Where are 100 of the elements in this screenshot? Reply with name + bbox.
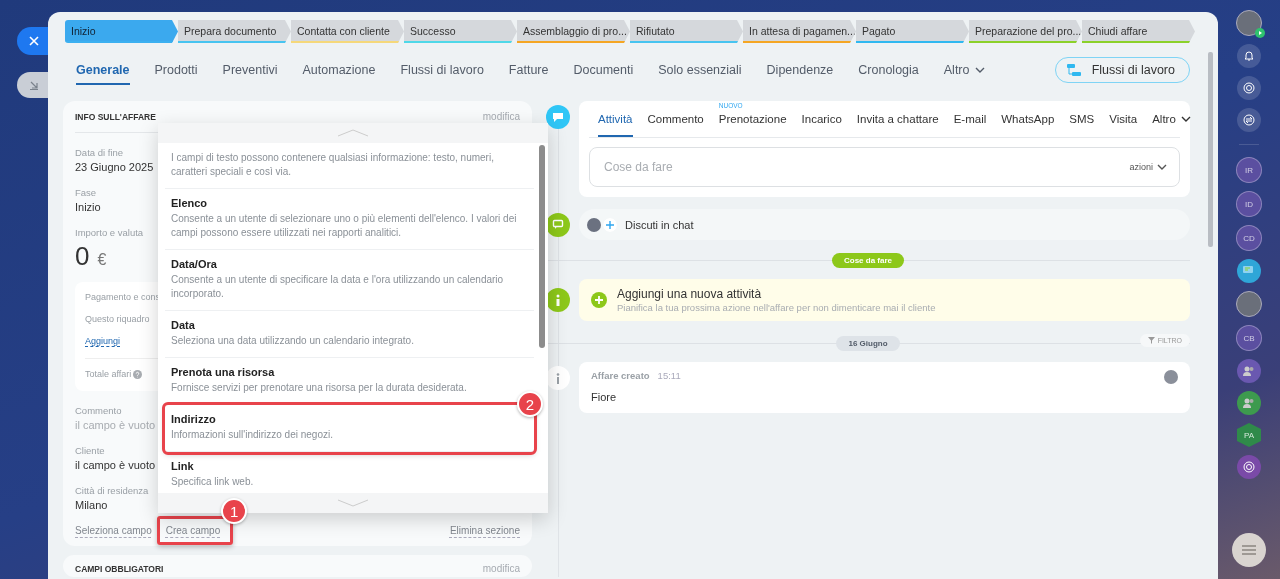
activity-tab[interactable]: Altro: [1152, 101, 1191, 137]
item-title: Data/Ora: [171, 258, 218, 270]
date-label: 16 Giugno: [836, 335, 900, 351]
avatar[interactable]: [1236, 291, 1262, 317]
field-label: Città di residenza: [75, 485, 149, 496]
field-label: Cliente: [75, 445, 105, 456]
scroll-bar[interactable]: [1208, 52, 1213, 247]
activity-tab[interactable]: Commento: [647, 101, 704, 137]
field-value: Inizio: [75, 201, 101, 213]
stage-step[interactable]: Rifiutato: [630, 20, 743, 43]
avatar: [1164, 370, 1178, 384]
initials-avatar[interactable]: PA: [1237, 423, 1261, 447]
chat-bar[interactable]: Discuti in chat: [579, 209, 1190, 240]
item-description: Consente a un utente di selezionare uno o più elementi dell'elenco. I valori dei campi possono essere utilizzati nei rapporti analitici.: [171, 212, 518, 240]
delete-section-link[interactable]: Elimina sezione: [449, 525, 520, 536]
item-title: Elenco: [171, 197, 209, 209]
stage-step[interactable]: Successo: [404, 20, 517, 43]
avatar: [587, 217, 601, 232]
item-description: Seleziona una data utilizzando un calendario integrato.: [171, 334, 415, 348]
tab[interactable]: Automazione: [302, 55, 376, 85]
initials-avatar[interactable]: IR: [1236, 157, 1262, 183]
tab[interactable]: Altro: [943, 55, 986, 85]
tab[interactable]: Prodotti: [154, 55, 198, 85]
field-type-item[interactable]: Data/Ora Consente a un utente di specificare la data e l'ora utilizzando un calendario incorporato.: [165, 250, 534, 311]
amount-value: 0: [75, 241, 90, 272]
item-description: Specifica link web.: [171, 475, 255, 489]
field-label: Data di fine: [75, 147, 124, 158]
caret-icon: [1157, 164, 1167, 170]
target-icon[interactable]: [1237, 455, 1261, 479]
tab[interactable]: Preventivi: [222, 55, 278, 85]
bell-icon[interactable]: [1237, 44, 1261, 68]
item-description: I campi di testo possono contenere qualsiasi informazione: testo, numeri, caratteri speciali e così via.: [171, 151, 495, 179]
currency: €: [97, 251, 107, 269]
step-marker: 2: [517, 391, 543, 417]
item-title: Data: [171, 319, 196, 331]
item-description: Fornisce servizi per prenotare una risorsa per la durata desiderata.: [171, 381, 468, 395]
tab[interactable]: Dipendenze: [766, 55, 834, 85]
item-title: Prenota una risorsa: [171, 366, 276, 378]
activity-tab[interactable]: Invita a chattare: [856, 101, 939, 137]
field-type-item[interactable]: Elenco Consente a un utente di selezionare uno o più elementi dell'elenco. I valori dei campi possono essere utilizzati nei rapporti analitici.: [165, 189, 534, 250]
initials-avatar[interactable]: CD: [1236, 225, 1262, 251]
scroll-bar[interactable]: [539, 145, 545, 348]
avatar[interactable]: [1236, 10, 1262, 36]
field-action-link[interactable]: Seleziona campo: [75, 525, 152, 536]
initials-avatar[interactable]: CB: [1236, 325, 1262, 351]
activity-tab[interactable]: Visita: [1109, 101, 1138, 137]
add-icon: [591, 292, 607, 308]
funnel-icon: [1147, 337, 1155, 344]
activity-tab[interactable]: Attività: [598, 101, 633, 137]
actions-dropdown[interactable]: azioni: [1129, 162, 1167, 172]
initials-avatar[interactable]: ID: [1236, 191, 1262, 217]
stage-step[interactable]: Chiudi affare: [1082, 20, 1195, 43]
stage-step[interactable]: Preparazione del pro...: [969, 20, 1082, 43]
activity-tab[interactable]: SMS: [1069, 101, 1095, 137]
tab[interactable]: Cronologia: [858, 55, 919, 85]
activity-tab[interactable]: WhatsApp: [1001, 101, 1055, 137]
event-text: Fiore: [591, 391, 618, 403]
arrow-icon: [28, 80, 39, 90]
stage-step[interactable]: Inizio: [65, 20, 178, 43]
menu-button[interactable]: [1232, 533, 1266, 567]
card-title: CAMPI OBBLIGATORI: [75, 563, 164, 574]
item-description: Informazioni sull'indirizzo dei negozi.: [171, 428, 334, 442]
field-type-item[interactable]: Data Seleziona una data utilizzando un calendario integrato.: [165, 311, 534, 358]
tab[interactable]: Generale: [76, 55, 130, 85]
stage-step[interactable]: Prepara documento: [178, 20, 291, 43]
card-title: INFO SULL'AFFARE: [75, 111, 156, 122]
plus-icon: [603, 217, 617, 232]
field-value: Milano: [75, 499, 108, 511]
item-title: Link: [171, 460, 195, 472]
todo-field[interactable]: Cose da fare azioni: [589, 147, 1180, 187]
total-label: Totale affari: [85, 369, 132, 379]
target-icon[interactable]: [1237, 76, 1261, 100]
stage-step[interactable]: Assemblaggio di pro...: [517, 20, 630, 43]
chat-label: Discuti in chat: [625, 218, 694, 231]
step-marker: 1: [221, 498, 248, 524]
minimize-button[interactable]: [17, 72, 48, 98]
chat-icon[interactable]: [1237, 259, 1261, 283]
group-icon[interactable]: [1237, 391, 1261, 415]
add-activity-hint: Pianifica la tua prossima azione nell'affare per non dimenticare mai il cliente: [617, 302, 936, 313]
exchange-icon[interactable]: [1237, 108, 1261, 132]
stage-step[interactable]: Pagato: [856, 20, 969, 43]
group-icon[interactable]: [1237, 359, 1261, 383]
close-icon: [28, 36, 39, 46]
tab[interactable]: Documenti: [573, 55, 634, 85]
stage-step[interactable]: Contatta con cliente: [291, 20, 404, 43]
activity-tab[interactable]: E-mail: [953, 101, 987, 137]
stage-step[interactable]: In attesa di pagamen...: [743, 20, 856, 43]
add-activity-card[interactable]: Aggiungi una nuova attività Pianifica la tua prossima azione nell'affare per non dimenticare mai il cliente: [579, 279, 1190, 321]
field-value: il campo è vuoto: [75, 459, 156, 471]
field-label: Importo e valuta: [75, 227, 144, 238]
item-description: Consente a un utente di specificare la data e l'ora utilizzando un calendario incorporato.: [171, 273, 505, 301]
box-note: Questo riquadro: [85, 314, 150, 324]
add-link[interactable]: Aggiungi: [85, 336, 121, 347]
tab[interactable]: Flussi di lavoro: [400, 55, 484, 85]
event-time: 15:11: [657, 370, 681, 381]
close-button[interactable]: [17, 27, 48, 55]
tab[interactable]: Fatture: [508, 55, 549, 85]
section-label: Cose da fare: [832, 252, 904, 268]
activity-tab[interactable]: Incarico: [801, 101, 842, 137]
tab[interactable]: Solo essenziali: [658, 55, 742, 85]
